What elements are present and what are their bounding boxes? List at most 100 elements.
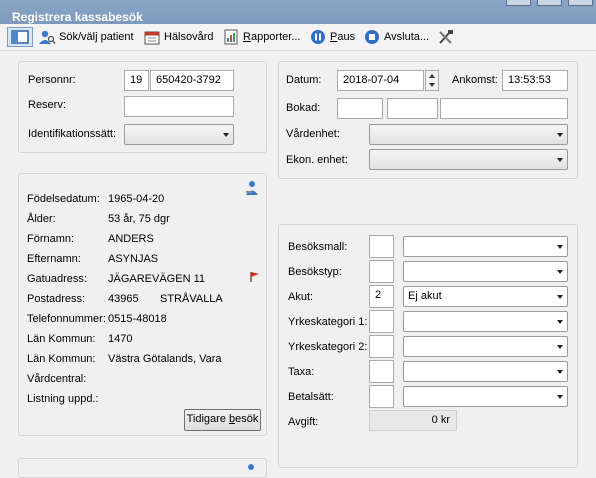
tools-button[interactable] (437, 27, 455, 47)
personnr-century-field[interactable]: 19 (124, 70, 149, 91)
fodelsedatum-label: Födelsedatum: (27, 193, 100, 205)
toolbar: Sök/välj patient Hälsovård Rapporter... … (0, 24, 596, 51)
chevron-down-icon (557, 370, 563, 374)
bokad-field-3[interactable] (440, 98, 568, 119)
datum-spinner[interactable] (425, 70, 439, 91)
yrkeskategori1-dropdown[interactable] (403, 311, 568, 332)
besoksmall-code-field[interactable] (369, 235, 394, 258)
ekon-enhet-dropdown[interactable] (369, 149, 568, 170)
besokstyp-code-field[interactable] (369, 260, 394, 283)
betalsatt-dropdown[interactable] (403, 386, 568, 407)
patient-search-panel: Personnr: 19 650420-3792 Reserv: Identif… (18, 61, 267, 153)
vardenhet-dropdown[interactable] (369, 124, 568, 145)
akut-dropdown[interactable]: Ej akut (403, 286, 568, 307)
chevron-down-icon (223, 133, 229, 137)
chevron-down-icon (557, 395, 563, 399)
yrkeskategori2-code-field[interactable] (369, 335, 394, 358)
previous-visits-button[interactable]: Tidigare besök (184, 409, 261, 431)
chevron-down-icon (557, 158, 563, 162)
spin-up-icon[interactable] (429, 74, 435, 78)
lan-kommun-value-1: 1470 (108, 333, 133, 345)
avsluta-button[interactable]: Avsluta... (363, 27, 429, 47)
window-title: Registrera kassabesök (12, 10, 143, 24)
avgift-value: 0 kr (369, 410, 457, 431)
gatuadress-value: JÄGAREVÄGEN 11 (108, 273, 205, 285)
personnr-field[interactable]: 650420-3792 (150, 70, 234, 91)
postnummer-value: 43965 (108, 293, 139, 305)
tools-icon (439, 30, 453, 44)
view-toggle-button[interactable] (7, 27, 33, 47)
yrkeskategori1-code-field[interactable] (369, 310, 394, 333)
patient-info-panel: Födelsedatum: 1965-04-20 Ålder: 53 år, 7… (18, 173, 267, 436)
close-button[interactable] (568, 0, 593, 6)
lan-kommun-label-1: Län Kommun: (27, 333, 96, 345)
akut-code-field[interactable]: 2 (369, 285, 394, 308)
avsluta-label: Avsluta... (384, 31, 430, 43)
chevron-down-icon (557, 345, 563, 349)
pause-icon (311, 30, 325, 44)
pause-button[interactable]: Paus (309, 27, 355, 47)
yrkeskategori2-dropdown[interactable] (403, 336, 568, 357)
avgift-label: Avgift: (288, 416, 319, 428)
listning-label: Listning uppd.: (27, 393, 99, 405)
reports-button[interactable]: Rapporter... (222, 27, 301, 47)
window-layout-icon (11, 30, 29, 44)
search-patient-button[interactable]: Sök/välj patient (38, 27, 134, 47)
besokstyp-dropdown[interactable] (403, 261, 568, 282)
taxa-label: Taxa: (288, 366, 315, 378)
taxa-code-field[interactable] (369, 360, 394, 383)
chevron-down-icon (557, 295, 563, 299)
visit-panel: Datum: 2018-07-04 Ankomst: 13:53:53 Boka… (278, 61, 578, 179)
reports-label: Rapporter... (243, 31, 301, 43)
patient-card-icon[interactable] (244, 179, 260, 197)
window-titlebar: Registrera kassabesök (0, 0, 596, 24)
minimize-button[interactable] (506, 0, 531, 6)
fornamn-value: ANDERS (108, 233, 154, 245)
spin-down-icon[interactable] (429, 83, 435, 87)
telefon-label: Telefonnummer: (27, 313, 106, 325)
yrkeskategori2-label: Yrkeskategori 2: (288, 341, 368, 353)
report-icon (224, 29, 238, 45)
billing-panel: Besöksmall: Besökstyp: Akut: 2 Ej akut Y… (278, 224, 578, 468)
halsovard-button[interactable]: Hälsovård (143, 27, 214, 47)
flag-icon[interactable] (249, 271, 261, 283)
alder-label: Ålder: (27, 213, 56, 225)
bokad-field-2[interactable] (387, 98, 438, 119)
ankomst-label: Ankomst: (452, 74, 498, 86)
chevron-down-icon (557, 245, 563, 249)
postort-value: STRÅVALLA (160, 293, 223, 305)
lan-kommun-value-2: Västra Götalands, Vara (108, 353, 222, 365)
maximize-button[interactable] (537, 0, 562, 6)
vardcentral-label: Vårdcentral: (27, 373, 87, 385)
telefon-value: 0515-48018 (108, 313, 167, 325)
ankomst-field[interactable]: 13:53:53 (502, 70, 568, 91)
postadress-label: Postadress: (27, 293, 86, 305)
pause-label: Paus (330, 31, 356, 43)
bokad-field-1[interactable] (337, 98, 383, 119)
stop-icon (365, 30, 379, 44)
datum-field[interactable]: 2018-07-04 (337, 70, 424, 91)
reserv-field[interactable] (124, 96, 234, 117)
fornamn-label: Förnamn: (27, 233, 75, 245)
extra-panel (18, 458, 267, 478)
taxa-dropdown[interactable] (403, 361, 568, 382)
halsovard-label: Hälsovård (164, 31, 214, 43)
patient-icon[interactable] (245, 463, 257, 473)
ident-dropdown[interactable] (124, 124, 234, 145)
alder-value: 53 år, 75 dgr (108, 213, 170, 225)
betalsatt-code-field[interactable] (369, 385, 394, 408)
lan-kommun-label-2: Län Kommun: (27, 353, 96, 365)
akut-value: Ej akut (408, 290, 442, 302)
efternamn-value: ASYNJAS (108, 253, 159, 265)
calendar-icon (144, 31, 160, 45)
ekon-enhet-label: Ekon. enhet: (286, 154, 348, 166)
gatuadress-label: Gatuadress: (27, 273, 87, 285)
yrkeskategori1-label: Yrkeskategori 1: (288, 316, 368, 328)
akut-label: Akut: (288, 291, 314, 303)
besokstyp-label: Besökstyp: (288, 266, 342, 278)
search-patient-label: Sök/välj patient (59, 31, 134, 43)
besoksmall-dropdown[interactable] (403, 236, 568, 257)
bokad-label: Bokad: (286, 102, 321, 114)
betalsatt-label: Betalsätt: (288, 391, 334, 403)
personnr-label: Personnr: (28, 74, 76, 86)
